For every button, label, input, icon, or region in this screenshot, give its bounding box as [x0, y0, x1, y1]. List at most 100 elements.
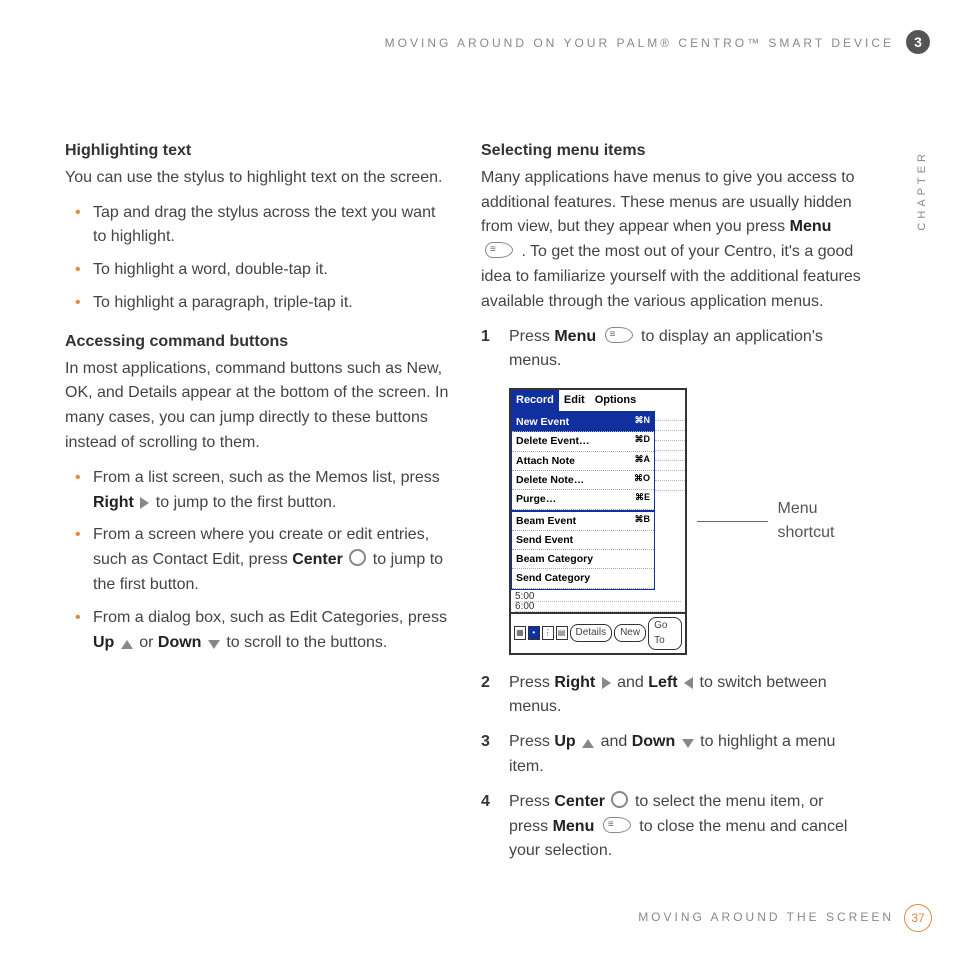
pda-tab-options: Options [590, 390, 642, 411]
pda-view-toggle-icon: ⋮ [542, 626, 554, 640]
screenshot-illustration: Record Edit Options New Event⌘N Delete E… [509, 388, 867, 654]
center-circle-icon [611, 791, 628, 808]
heading-selecting-menu-items: Selecting menu items [481, 139, 867, 164]
pda-menu-item: Delete Event…⌘D [512, 432, 654, 451]
left-arrow-icon [684, 677, 693, 689]
step-number: 2 [481, 671, 497, 721]
up-arrow-icon [121, 640, 133, 649]
chapter-number-badge: 3 [906, 30, 930, 54]
right-arrow-icon [602, 677, 611, 689]
pda-menu-item: Attach Note⌘A [512, 452, 654, 471]
right-column: Selecting menu items Many applications h… [481, 135, 867, 874]
pda-bottom-bar: ▦ • ⋮ ▤ Details New Go To [511, 612, 685, 653]
key-up: Up [93, 634, 114, 651]
callout-label: Menu shortcut [778, 497, 867, 547]
bullet-item: To highlight a word, double-tap it. [93, 258, 451, 283]
up-arrow-icon [582, 739, 594, 748]
pda-view-toggle-icon: ▦ [514, 626, 526, 640]
bullet-list: Tap and drag the stylus across the text … [65, 201, 451, 316]
text: Press [509, 733, 554, 750]
step-body: Press Center to select the menu item, or… [509, 790, 867, 864]
center-circle-icon [349, 549, 366, 566]
bullet-item: To highlight a paragraph, triple-tap it. [93, 291, 451, 316]
key-right: Right [554, 674, 595, 691]
running-header: MOVING AROUND ON YOUR PALM® CENTRO™ SMAR… [385, 36, 894, 50]
key-menu: Menu [553, 818, 595, 835]
text: and [601, 733, 632, 750]
paragraph: Many applications have menus to give you… [481, 166, 867, 315]
bullet-item: Tap and drag the stylus across the text … [93, 201, 451, 251]
pda-time-row: 6:00 [515, 602, 681, 612]
pda-menubar: Record Edit Options [511, 390, 685, 411]
bullet-item: From a list screen, such as the Memos li… [93, 466, 451, 516]
key-center: Center [554, 793, 605, 810]
heading-accessing-command-buttons: Accessing command buttons [65, 330, 451, 355]
bullet-item: From a dialog box, such as Edit Categori… [93, 606, 451, 656]
text: Press [509, 793, 554, 810]
key-down: Down [632, 733, 676, 750]
down-arrow-icon [208, 640, 220, 649]
pda-menu-item: Purge…⌘E [512, 490, 654, 509]
menu-button-icon [605, 327, 633, 343]
heading-highlighting-text: Highlighting text [65, 139, 451, 164]
text: to jump to the first button. [156, 494, 337, 511]
pda-view-toggle-icon: ▤ [556, 626, 568, 640]
down-arrow-icon [682, 739, 694, 748]
step-number: 1 [481, 325, 497, 375]
pda-menu-item: New Event⌘N [512, 413, 654, 432]
pda-dropdown: New Event⌘N Delete Event…⌘D Attach Note⌘… [511, 411, 655, 589]
pda-new-button: New [614, 624, 646, 642]
menu-button-icon [485, 242, 513, 258]
text: From a list screen, such as the Memos li… [93, 469, 440, 486]
pda-menu-item: Delete Note…⌘O [512, 471, 654, 490]
paragraph: You can use the stylus to highlight text… [65, 166, 451, 191]
text: Press [509, 328, 554, 345]
paragraph: In most applications, command buttons su… [65, 357, 451, 456]
pda-menu-item: Beam Category [512, 550, 654, 569]
pda-time-slots: 5:00 6:00 [511, 590, 685, 612]
left-column: Highlighting text You can use the stylus… [65, 135, 451, 874]
pda-menu-item: Beam Event⌘B [512, 512, 654, 531]
pda-tab-record: Record [511, 390, 559, 411]
step-2: 2 Press Right and Left to switch between… [481, 671, 867, 721]
bullet-list: From a list screen, such as the Memos li… [65, 466, 451, 656]
key-menu: Menu [554, 328, 596, 345]
step-3: 3 Press Up and Down to highlight a menu … [481, 730, 867, 780]
text: From a dialog box, such as Edit Categori… [93, 609, 447, 626]
key-left: Left [648, 674, 677, 691]
text: to scroll to the buttons. [226, 634, 387, 651]
chapter-vertical-label: CHAPTER [916, 150, 928, 231]
pda-details-button: Details [570, 624, 613, 642]
pda-time-row: 5:00 [515, 592, 681, 602]
step-number: 3 [481, 730, 497, 780]
numbered-list: 2 Press Right and Left to switch between… [481, 671, 867, 865]
key-center: Center [292, 551, 343, 568]
text: . To get the most out of your Centro, it… [481, 243, 861, 310]
numbered-list: 1 Press Menu to display an application's… [481, 325, 867, 375]
pda-menu-item: Send Event [512, 531, 654, 550]
text: and [617, 674, 648, 691]
step-number: 4 [481, 790, 497, 864]
key-down: Down [158, 634, 202, 651]
step-1: 1 Press Menu to display an application's… [481, 325, 867, 375]
callout-pointer [697, 521, 768, 522]
pda-menu-item: Send Category [512, 569, 654, 588]
step-body: Press Up and Down to highlight a menu it… [509, 730, 867, 780]
pda-screen: Record Edit Options New Event⌘N Delete E… [509, 388, 687, 654]
step-body: Press Right and Left to switch between m… [509, 671, 867, 721]
bullet-item: From a screen where you create or edit e… [93, 523, 451, 597]
key-right: Right [93, 494, 134, 511]
key-up: Up [554, 733, 575, 750]
page-number-badge: 37 [904, 904, 932, 932]
step-4: 4 Press Center to select the menu item, … [481, 790, 867, 864]
pda-view-toggle-icon: • [528, 626, 540, 640]
text: Press [509, 674, 554, 691]
pda-goto-button: Go To [648, 617, 682, 650]
pda-tab-edit: Edit [559, 390, 590, 411]
running-footer: MOVING AROUND THE SCREEN [638, 910, 894, 924]
right-arrow-icon [140, 497, 149, 509]
text: or [139, 634, 158, 651]
menu-button-icon [603, 817, 631, 833]
key-menu: Menu [790, 218, 832, 235]
step-body: Press Menu to display an application's m… [509, 325, 867, 375]
